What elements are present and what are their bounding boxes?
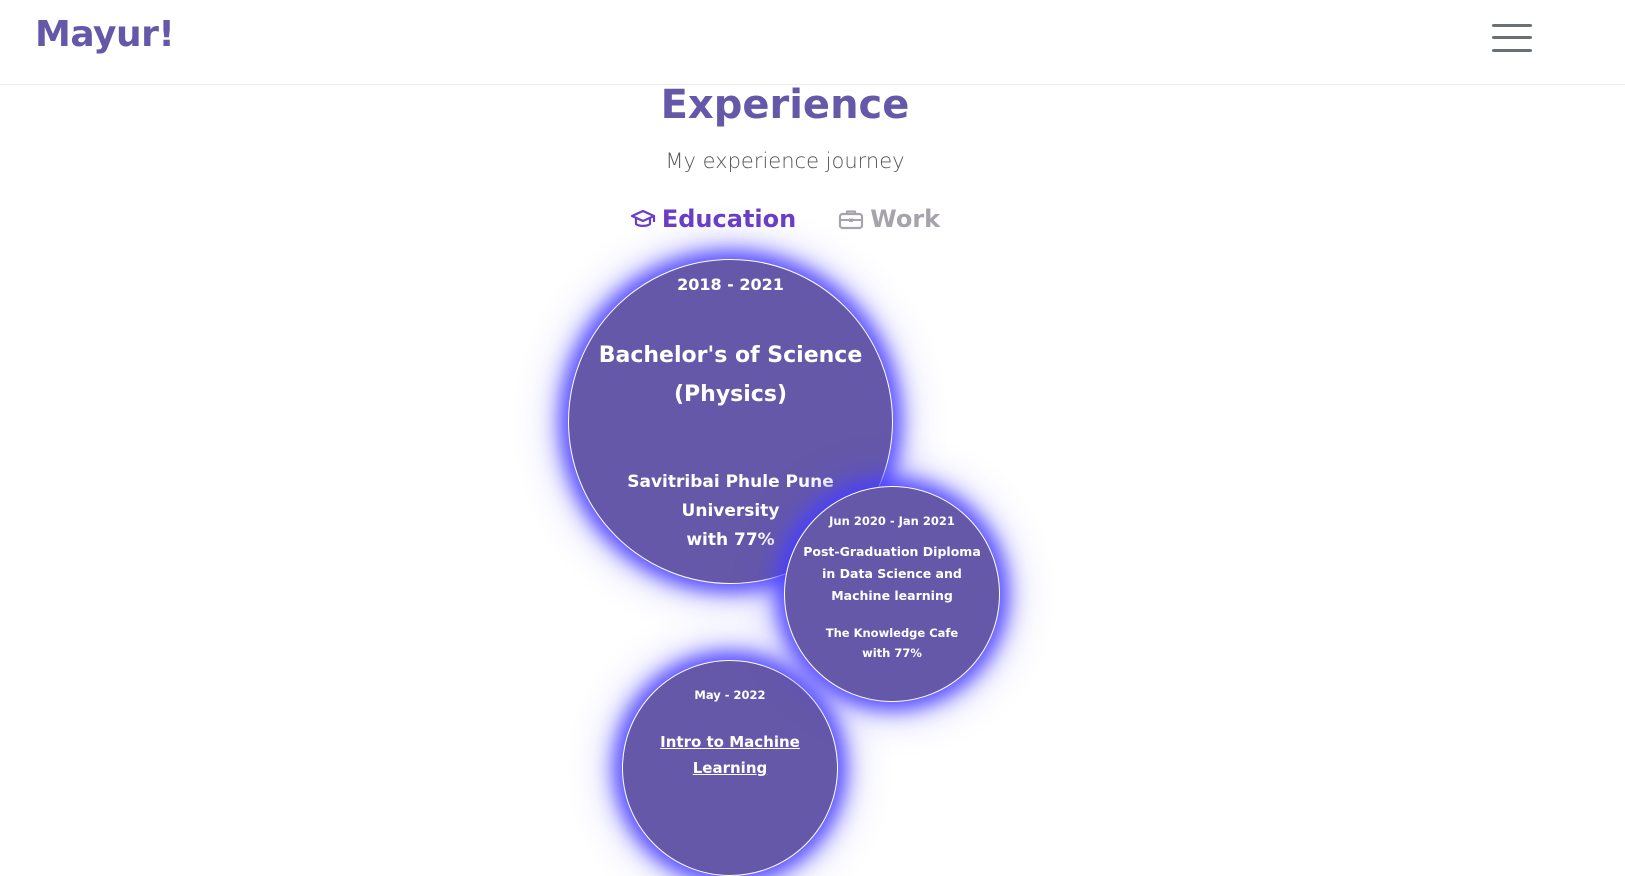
briefcase-icon xyxy=(839,210,864,230)
menu-bar-top xyxy=(1492,24,1532,27)
timeline-date: May - 2022 xyxy=(694,688,766,702)
menu-bar-middle xyxy=(1492,36,1532,39)
tab-education[interactable]: Education xyxy=(630,205,796,233)
experience-tabs: Education Work xyxy=(0,205,1570,233)
timeline-score: with 77% xyxy=(862,646,922,660)
navbar: Mayur! xyxy=(0,0,1625,85)
menu-bar-bottom xyxy=(1492,49,1532,52)
timeline-item-pg-diploma: Jun 2020 - Jan 2021 Post-Graduation Dipl… xyxy=(784,486,1000,702)
graduation-cap-icon xyxy=(630,209,655,227)
timeline-date: 2018 - 2021 xyxy=(677,275,784,294)
section-title: Experience xyxy=(660,82,910,128)
brand-logo-link[interactable]: Mayur! xyxy=(35,14,175,55)
timeline-institution: The Knowledge Cafe xyxy=(825,626,959,640)
timeline-date: Jun 2020 - Jan 2021 xyxy=(829,514,955,528)
section-subtitle: My experience journey xyxy=(665,149,905,173)
timeline-item-intro-ml: May - 2022 Intro to Machine Learning xyxy=(622,660,838,876)
timeline-institution-block: The Knowledge Cafe with 77% xyxy=(805,623,979,663)
timeline-title-link[interactable]: Intro to Machine Learning xyxy=(653,729,807,781)
tab-education-label: Education xyxy=(661,205,797,233)
tab-work-label: Work xyxy=(870,205,941,233)
tab-work[interactable]: Work xyxy=(838,205,940,233)
timeline-title: Post-Graduation Diploma in Data Science … xyxy=(803,544,981,603)
timeline-title: Bachelor's of Science (Physics) xyxy=(598,343,863,407)
hamburger-menu-icon[interactable] xyxy=(1490,22,1534,56)
